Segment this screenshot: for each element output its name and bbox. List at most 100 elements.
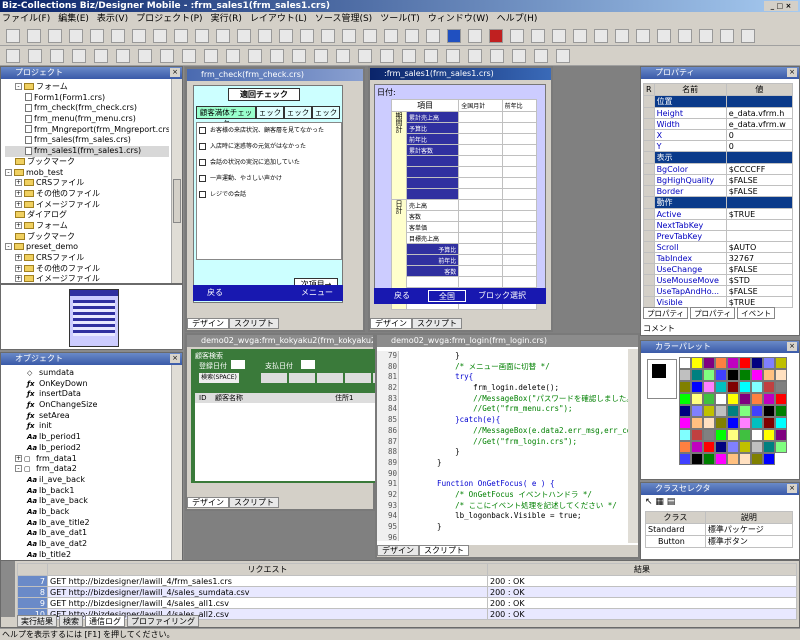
color-swatch[interactable] xyxy=(715,393,727,405)
toolbar-button-icon[interactable] xyxy=(720,29,734,43)
collapse-icon[interactable]: - xyxy=(5,243,12,251)
toolbar-button-icon[interactable] xyxy=(552,29,566,43)
toolbar-button-icon[interactable] xyxy=(94,49,108,63)
class-standard[interactable]: Standard xyxy=(645,523,706,536)
color-swatch[interactable] xyxy=(715,357,727,369)
color-swatch[interactable] xyxy=(715,453,727,465)
log-row[interactable]: 9 GET http://bizdesigner/lawill_4/sales_a… xyxy=(17,597,797,609)
check-item[interactable]: レジでの会話 xyxy=(197,187,341,203)
color-swatch[interactable] xyxy=(715,429,727,441)
color-swatch[interactable] xyxy=(691,357,703,369)
property-row[interactable]: NextTabKey xyxy=(643,219,794,231)
property-row[interactable]: Visible $TRUE xyxy=(643,296,794,308)
color-swatch[interactable] xyxy=(715,381,727,393)
toolbar-button-icon[interactable] xyxy=(90,29,104,43)
checkbox[interactable] xyxy=(199,175,206,182)
toolbar-button-icon[interactable] xyxy=(204,49,218,63)
reg-date-field[interactable] xyxy=(231,360,245,369)
checkbox[interactable] xyxy=(199,191,206,198)
color-swatch[interactable] xyxy=(763,441,775,453)
toolbar-button-icon[interactable] xyxy=(447,29,461,43)
menu-item-2[interactable]: 表示(V) xyxy=(97,14,128,24)
tree-item[interactable]: frm_check(frm_check.crs) xyxy=(5,103,169,114)
tab-script[interactable]: スクリプト xyxy=(229,497,279,508)
tree-item[interactable]: frm_menu(frm_menu.crs) xyxy=(5,114,169,125)
color-swatch[interactable] xyxy=(703,453,715,465)
tree-item[interactable]: ƒx init xyxy=(15,421,182,432)
property-row[interactable]: PrevTabKey xyxy=(643,230,794,242)
log-row[interactable]: 7 GET http://bizdesigner/lawill_4/frm_sal… xyxy=(17,575,797,587)
tab-events[interactable]: イベント xyxy=(737,307,776,319)
log-tab[interactable]: プロファイリング xyxy=(127,615,199,627)
color-swatch[interactable] xyxy=(679,357,691,369)
tab-properties-2[interactable]: プロパティ xyxy=(690,307,736,319)
check-item[interactable]: 一声運動、やさしい声かけ xyxy=(197,171,341,187)
toolbar-button-icon[interactable] xyxy=(226,49,240,63)
toolbar-button-icon[interactable] xyxy=(6,29,20,43)
expand-icon[interactable]: + xyxy=(15,275,22,283)
toolbar-button-icon[interactable] xyxy=(28,49,42,63)
property-row[interactable]: UseMouseMove $STD xyxy=(643,274,794,286)
block-select-button[interactable]: ブロック選択 xyxy=(478,288,526,304)
color-swatch[interactable] xyxy=(763,417,775,429)
color-swatch[interactable] xyxy=(739,429,751,441)
property-row[interactable]: BgColor $CCCCFF xyxy=(643,163,794,175)
tree-item[interactable]: frm_Mngreport(frm_Mngreport.crs) xyxy=(5,125,169,136)
color-swatch[interactable] xyxy=(727,381,739,393)
toolbar-button-icon[interactable] xyxy=(510,29,524,43)
editor-scrollbar[interactable] xyxy=(628,349,638,543)
color-swatch[interactable] xyxy=(763,357,775,369)
object-scrollbar[interactable] xyxy=(171,365,182,560)
menu-item-4[interactable]: 実行(R) xyxy=(211,14,242,24)
color-swatch[interactable] xyxy=(763,393,775,405)
color-swatch[interactable] xyxy=(775,393,787,405)
toolbar-button-icon[interactable] xyxy=(380,49,394,63)
tree-item[interactable]: - mob_test xyxy=(5,168,169,179)
tab-design[interactable]: デザイン xyxy=(370,318,412,329)
tab-design[interactable]: デザイン xyxy=(187,318,229,329)
checkbox[interactable] xyxy=(199,127,206,134)
tab-design[interactable]: デザイン xyxy=(377,545,419,556)
color-swatch[interactable] xyxy=(751,381,763,393)
toolbar-button-icon[interactable] xyxy=(174,29,188,43)
color-swatch[interactable] xyxy=(751,405,763,417)
all-button[interactable]: 全国 xyxy=(428,290,466,302)
toolbar-button-icon[interactable] xyxy=(195,29,209,43)
tree-item[interactable]: ƒx OnChangeSize xyxy=(15,400,182,411)
toolbar-button-icon[interactable] xyxy=(402,49,416,63)
tree-item[interactable]: Form1(Form1.crs) xyxy=(5,93,169,104)
tree-item[interactable]: Aa lb_back1 xyxy=(15,486,182,497)
tree-item[interactable]: + イメージファイル xyxy=(5,274,169,283)
toolbar-button-icon[interactable] xyxy=(116,49,130,63)
expand-icon[interactable]: + xyxy=(15,254,22,261)
color-swatch[interactable] xyxy=(715,417,727,429)
tree-item[interactable]: + ▢ frm_data1 xyxy=(15,454,182,465)
color-swatch[interactable] xyxy=(703,357,715,369)
color-swatch[interactable] xyxy=(679,405,691,417)
tree-item[interactable]: + イメージファイル xyxy=(5,200,169,211)
color-swatch[interactable] xyxy=(703,393,715,405)
toolbar-button-icon[interactable] xyxy=(336,49,350,63)
property-row[interactable]: Scroll $AUTO xyxy=(643,241,794,253)
color-swatch[interactable] xyxy=(691,381,703,393)
tab-script[interactable]: スクリプト xyxy=(419,545,469,556)
tree-item[interactable]: + その他のファイル xyxy=(5,264,169,275)
close-icon[interactable]: × xyxy=(787,484,797,493)
toolbar-button-icon[interactable] xyxy=(248,49,262,63)
close-icon[interactable]: × xyxy=(787,68,797,77)
menu-item-9[interactable]: ヘルプ(H) xyxy=(497,14,538,24)
log-tab[interactable]: 検索 xyxy=(59,615,83,627)
color-swatch[interactable] xyxy=(715,405,727,417)
color-swatch[interactable] xyxy=(691,429,703,441)
toolbar-button-icon[interactable] xyxy=(512,49,526,63)
tree-item[interactable]: Aa lb_ave_back xyxy=(15,496,182,507)
toolbar-button-icon[interactable] xyxy=(426,29,440,43)
tree-item[interactable]: Aa lb_title2 xyxy=(15,550,182,560)
color-swatch[interactable] xyxy=(763,381,775,393)
color-swatch[interactable] xyxy=(775,429,787,441)
tree-item[interactable]: - フォーム xyxy=(5,82,169,93)
toolbar-button-icon[interactable] xyxy=(111,29,125,43)
tab-properties[interactable]: プロパティ xyxy=(643,307,689,319)
toolbar-button-icon[interactable] xyxy=(258,29,272,43)
tree-item[interactable]: + フォーム xyxy=(5,221,169,232)
